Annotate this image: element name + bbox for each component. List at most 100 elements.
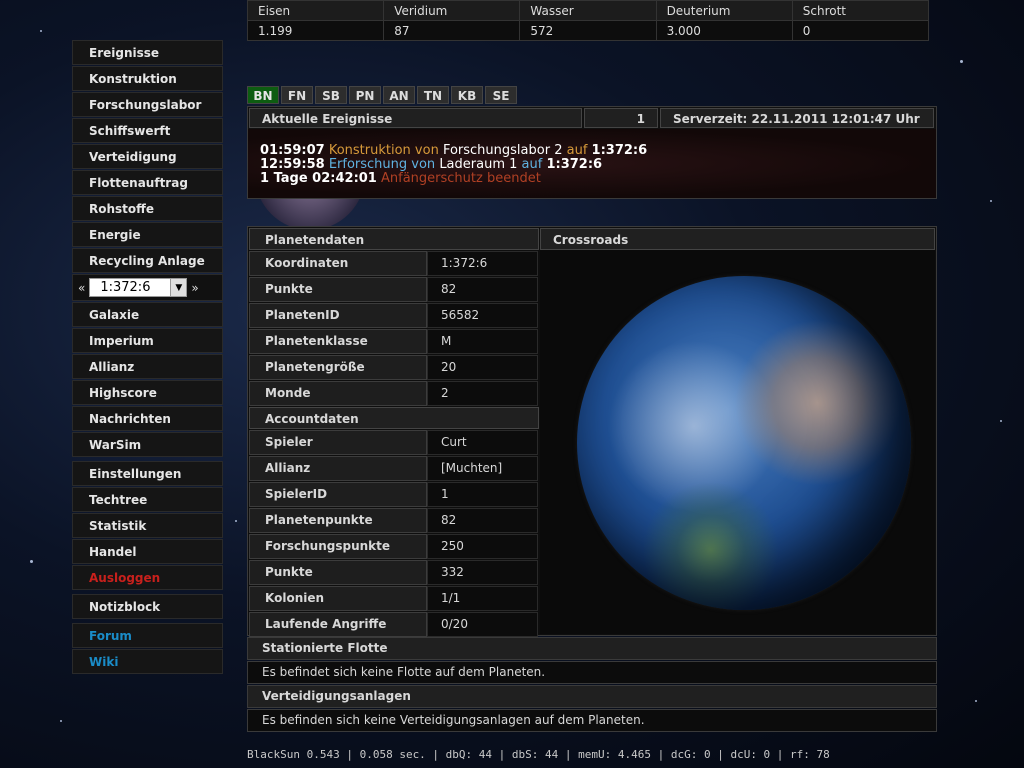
row-label: PlanetenID (249, 303, 427, 328)
menu-item-forschungslabor[interactable]: Forschungslabor (72, 92, 223, 117)
row-value: 20 (427, 355, 538, 380)
table-row: SpielerID 1 (249, 482, 539, 507)
row-value: M (427, 329, 538, 354)
planet-selector: « 1:372:6 ▼ » (72, 274, 223, 301)
table-row: Punkte 332 (249, 560, 539, 585)
table-row: Forschungspunkte 250 (249, 534, 539, 559)
menu-item-ausloggen[interactable]: Ausloggen (72, 565, 223, 590)
menu-item-schiffswerft[interactable]: Schiffswerft (72, 118, 223, 143)
menu-item-nachrichten[interactable]: Nachrichten (72, 406, 223, 431)
table-row: PlanetenID 56582 (249, 303, 539, 328)
row-label: Allianz (249, 456, 427, 481)
event-item: 01:59:07 Konstruktion von Forschungslabo… (260, 144, 924, 158)
row-value: 0/20 (427, 612, 538, 637)
event-connector: von (414, 143, 439, 158)
row-label: Kolonien (249, 586, 427, 611)
next-planet-button[interactable]: » (191, 281, 198, 295)
resource-header: Eisen (246, 0, 385, 21)
table-row: Planetengröße 20 (249, 355, 539, 380)
menu-item-allianz[interactable]: Allianz (72, 354, 223, 379)
main-menu: Ereignisse Konstruktion Forschungslabor … (72, 40, 223, 675)
server-time: Serverzeit: 22.11.2011 12:01:47 Uhr (660, 108, 934, 128)
tab-pn[interactable]: PN (349, 86, 381, 104)
row-label: SpielerID (249, 482, 427, 507)
menu-item-galaxie[interactable]: Galaxie (72, 302, 223, 327)
menu-item-forum[interactable]: Forum (72, 623, 223, 648)
event-connector: von (411, 157, 436, 172)
resource-value: 87 (383, 20, 521, 41)
event-target[interactable]: 1:372:6 (546, 157, 602, 172)
table-row: Spieler Curt (249, 430, 539, 455)
row-value: [Muchten] (427, 456, 538, 481)
planet-view: Crossroads (540, 228, 935, 634)
tab-an[interactable]: AN (383, 86, 415, 104)
menu-item-wiki[interactable]: Wiki (72, 649, 223, 674)
menu-item-konstruktion[interactable]: Konstruktion (72, 66, 223, 91)
resource-header-row: Eisen Veridium Wasser Deuterium Schrott (246, 0, 930, 21)
menu-item-imperium[interactable]: Imperium (72, 328, 223, 353)
chevron-down-icon[interactable]: ▼ (170, 279, 187, 296)
table-row: Koordinaten 1:372:6 (249, 251, 539, 276)
menu-item-techtree[interactable]: Techtree (72, 487, 223, 512)
tab-se[interactable]: SE (485, 86, 517, 104)
row-value: 56582 (427, 303, 538, 328)
menu-item-highscore[interactable]: Highscore (72, 380, 223, 405)
menu-item-einstellungen[interactable]: Einstellungen (72, 461, 223, 486)
event-time: 01:59:07 (260, 143, 325, 158)
menu-item-recycling-anlage[interactable]: Recycling Anlage (72, 248, 223, 273)
row-value: 82 (427, 508, 538, 533)
row-value: 2 (427, 381, 538, 406)
row-label: Laufende Angriffe (249, 612, 427, 637)
event-target[interactable]: 1:372:6 (592, 143, 648, 158)
table-row: Monde 2 (249, 381, 539, 406)
defense-message: Es befinden sich keine Verteidigungsanla… (247, 709, 937, 732)
event-action: Erforschung (328, 157, 408, 172)
fleet-header: Stationierte Flotte (247, 637, 937, 660)
menu-item-ereignisse[interactable]: Ereignisse (72, 40, 223, 65)
planet-image[interactable] (577, 276, 911, 610)
menu-item-verteidigung[interactable]: Verteidigung (72, 144, 223, 169)
event-item: 1 Tage 02:42:01 Anfängerschutz beendet (260, 172, 924, 186)
event-time: 12:59:58 (260, 157, 325, 172)
menu-item-handel[interactable]: Handel (72, 539, 223, 564)
events-panel: Aktuelle Ereignisse 1 Serverzeit: 22.11.… (247, 106, 937, 199)
menu-item-warsim[interactable]: WarSim (72, 432, 223, 457)
resource-value: 572 (519, 20, 657, 41)
table-row: Allianz [Muchten] (249, 456, 539, 481)
tab-bn[interactable]: BN (247, 86, 279, 104)
row-label: Planetengröße (249, 355, 427, 380)
resource-header: Schrott (791, 0, 930, 21)
planet-data-panel: Planetendaten Koordinaten 1:372:6 Punkte 8… (247, 226, 937, 637)
resource-value-row: 1.199 87 572 3.000 0 (246, 20, 930, 41)
resource-header: Deuterium (655, 0, 793, 21)
row-label: Koordinaten (249, 251, 427, 276)
row-value: 332 (427, 560, 538, 585)
menu-item-rohstoffe[interactable]: Rohstoffe (72, 196, 223, 221)
row-label: Planetenpunkte (249, 508, 427, 533)
planet-coord-value: 1:372:6 (100, 280, 151, 295)
prev-planet-button[interactable]: « (78, 281, 85, 295)
row-value: 1 (427, 482, 538, 507)
row-value: 82 (427, 277, 538, 302)
planet-data-header: Planetendaten (249, 228, 539, 250)
event-time: 1 Tage 02:42:01 (260, 171, 377, 186)
table-row: Laufende Angriffe 0/20 (249, 612, 539, 637)
menu-item-statistik[interactable]: Statistik (72, 513, 223, 538)
menu-item-notizblock[interactable]: Notizblock (72, 594, 223, 619)
tab-kb[interactable]: KB (451, 86, 483, 104)
planet-image-frame (540, 250, 935, 634)
tab-tn[interactable]: TN (417, 86, 449, 104)
event-connector: auf (521, 157, 543, 172)
planet-name: Crossroads (540, 228, 935, 250)
menu-item-energie[interactable]: Energie (72, 222, 223, 247)
tab-sb[interactable]: SB (315, 86, 347, 104)
resource-table: Eisen Veridium Wasser Deuterium Schrott … (246, 0, 930, 41)
events-count: 1 (584, 108, 658, 128)
debug-footer: BlackSun 0.543 | 0.058 sec. | dbQ: 44 | … (247, 748, 830, 761)
menu-item-flottenauftrag[interactable]: Flottenauftrag (72, 170, 223, 195)
row-label: Monde (249, 381, 427, 406)
event-object: Forschungslabor 2 (442, 143, 563, 158)
events-header: Aktuelle Ereignisse 1 Serverzeit: 22.11.… (248, 107, 936, 129)
tab-fn[interactable]: FN (281, 86, 313, 104)
planet-coord-select[interactable]: 1:372:6 ▼ (89, 278, 188, 297)
